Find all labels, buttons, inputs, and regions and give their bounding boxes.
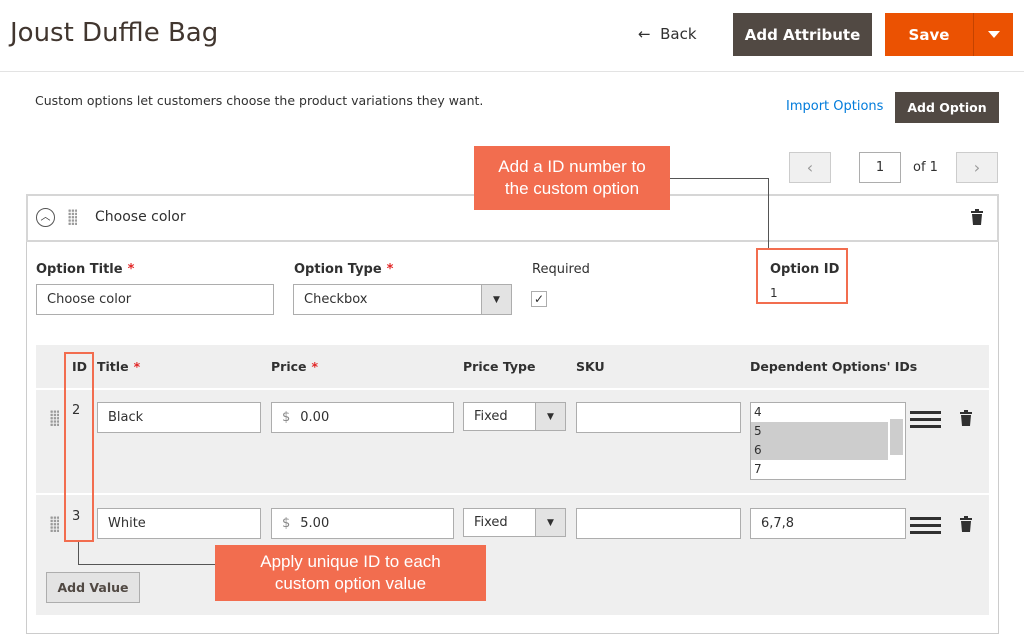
option-title-label: Option Title * xyxy=(36,262,135,277)
price-value: 0.00 xyxy=(300,410,330,425)
col-price: Price * xyxy=(271,359,319,374)
price-type-value: Fixed xyxy=(474,409,508,424)
intro-text: Custom options let customers choose the … xyxy=(35,93,484,108)
drag-handle-icon[interactable] xyxy=(68,209,77,225)
caret-down-icon: ▼ xyxy=(481,285,511,314)
multiselect-option-selected[interactable]: 6 xyxy=(751,441,888,460)
price-value: 5.00 xyxy=(300,516,330,531)
next-page-button[interactable]: › xyxy=(956,152,998,183)
value-title-input[interactable]: White xyxy=(97,508,261,539)
header-divider xyxy=(0,71,1024,72)
callout-option-id: Add a ID number to the custom option xyxy=(474,146,670,210)
add-option-button[interactable]: Add Option xyxy=(895,92,999,123)
connector-line xyxy=(670,178,769,179)
value-title-input[interactable]: Black xyxy=(97,402,261,433)
drag-handle-icon[interactable] xyxy=(50,516,59,532)
scrollbar[interactable] xyxy=(890,419,903,455)
arrow-left-icon: ← xyxy=(638,25,651,43)
hamburger-icon[interactable] xyxy=(910,411,941,429)
collapse-icon[interactable]: ︿ xyxy=(36,208,55,227)
currency-symbol: $ xyxy=(282,516,291,531)
hamburger-icon[interactable] xyxy=(910,517,941,535)
option-id-highlight xyxy=(756,248,848,304)
value-price-input[interactable]: $5.00 xyxy=(271,508,454,539)
connector-line xyxy=(78,564,215,565)
multiselect-option[interactable]: 4 xyxy=(751,403,888,422)
drag-handle-icon[interactable] xyxy=(50,410,59,426)
page-count: of 1 xyxy=(913,160,938,175)
row-divider xyxy=(36,388,989,390)
value-price-input[interactable]: $0.00 xyxy=(271,402,454,433)
required-checkbox[interactable]: ✓ xyxy=(531,291,547,307)
price-type-select[interactable]: Fixed ▼ xyxy=(463,402,566,431)
save-dropdown-button[interactable] xyxy=(973,13,1013,56)
chevron-right-icon: › xyxy=(973,158,981,177)
caret-down-icon: ▼ xyxy=(535,509,565,536)
back-button[interactable]: ← Back xyxy=(638,25,697,43)
caret-down-icon: ▼ xyxy=(535,403,565,430)
dependent-options-multiselect[interactable]: 4 5 6 7 xyxy=(750,402,906,480)
option-type-value: Checkbox xyxy=(304,292,368,307)
sku-input[interactable] xyxy=(576,508,741,539)
chevron-left-icon: ‹ xyxy=(806,158,814,177)
required-label: Required xyxy=(532,262,590,277)
trash-icon[interactable] xyxy=(960,516,972,532)
connector-line xyxy=(768,178,769,248)
option-title-input[interactable]: Choose color xyxy=(36,284,274,315)
values-table xyxy=(36,345,989,615)
row-divider xyxy=(36,493,989,495)
import-options-link[interactable]: Import Options xyxy=(786,99,883,114)
price-type-value: Fixed xyxy=(474,515,508,530)
multiselect-option[interactable]: 7 xyxy=(751,460,888,479)
trash-icon[interactable] xyxy=(960,410,972,426)
page-input[interactable]: 1 xyxy=(859,152,901,183)
add-attribute-button[interactable]: Add Attribute xyxy=(733,13,872,56)
prev-page-button[interactable]: ‹ xyxy=(789,152,831,183)
page-title: Joust Duffle Bag xyxy=(10,18,219,48)
connector-line xyxy=(78,542,79,565)
multiselect-option-selected[interactable]: 5 xyxy=(751,422,888,441)
col-sku: SKU xyxy=(576,359,605,374)
col-price-type: Price Type xyxy=(463,359,536,374)
col-title: Title * xyxy=(97,359,141,374)
callout-value-id: Apply unique ID to each custom option va… xyxy=(215,545,486,601)
back-label: Back xyxy=(660,25,697,43)
sku-input[interactable] xyxy=(576,402,741,433)
option-type-label: Option Type * xyxy=(294,262,394,277)
option-header-title: Choose color xyxy=(95,209,186,225)
save-button[interactable]: Save xyxy=(885,13,973,56)
value-id-highlight xyxy=(64,352,94,542)
add-value-button[interactable]: Add Value xyxy=(46,572,140,603)
dependent-options-input[interactable]: 6,7,8 xyxy=(750,508,906,539)
option-type-select[interactable]: Checkbox ▼ xyxy=(293,284,512,315)
currency-symbol: $ xyxy=(282,410,291,425)
col-dependent: Dependent Options' IDs xyxy=(750,359,918,374)
price-type-select[interactable]: Fixed ▼ xyxy=(463,508,566,537)
caret-down-icon xyxy=(987,31,1000,38)
trash-icon[interactable] xyxy=(971,209,983,225)
